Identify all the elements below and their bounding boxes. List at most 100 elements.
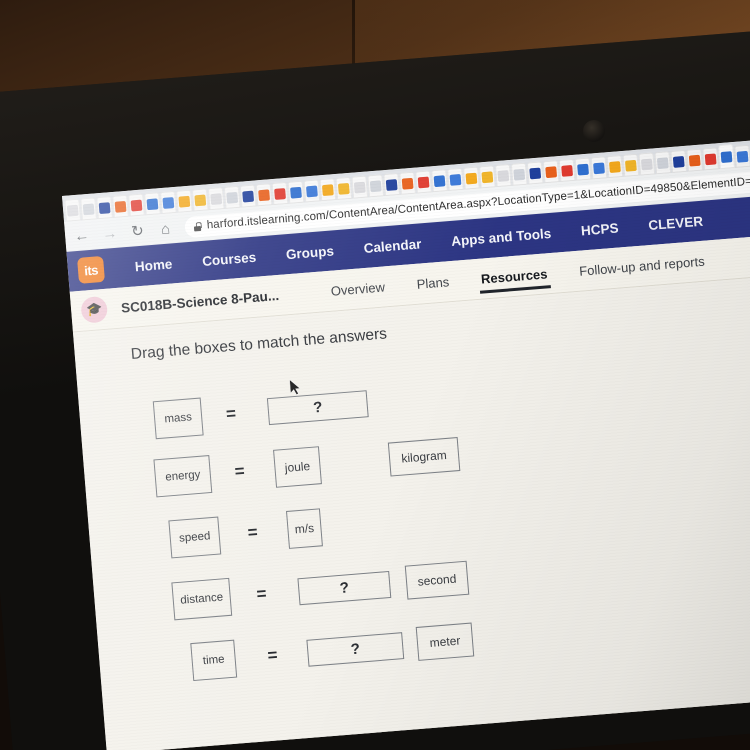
tab-favicon-icon [114, 200, 127, 213]
draggable-unit-second[interactable]: second [404, 560, 470, 600]
browser-tab[interactable] [239, 184, 257, 208]
browser-tab[interactable] [383, 172, 400, 197]
tab-favicon-icon [529, 167, 542, 179]
nav-link-clever[interactable]: CLEVER [633, 212, 719, 234]
draggable-unit-meter[interactable]: meter [415, 622, 475, 661]
course-title: SC018B-Science 8-Pau... [120, 287, 280, 316]
browser-tab[interactable] [558, 158, 576, 182]
tab-favicon-icon [146, 197, 159, 210]
browser-tab[interactable] [351, 175, 369, 199]
browser-tab[interactable] [654, 151, 672, 175]
browser-tab[interactable] [64, 198, 82, 222]
photo-of-laptop-screen: ← → ↻ ⌂ harford.itslearning.com/ContentA… [0, 0, 750, 750]
browser-tab[interactable] [447, 167, 464, 191]
browser-tab[interactable] [670, 149, 688, 173]
browser-tab[interactable] [734, 144, 750, 168]
nav-link-courses[interactable]: Courses [187, 248, 272, 270]
browser-tab[interactable] [606, 154, 624, 179]
browser-tab[interactable] [207, 187, 225, 211]
browser-tab[interactable] [335, 176, 353, 200]
browser-tab[interactable] [160, 190, 177, 215]
browser-tab[interactable] [271, 181, 289, 206]
tab-favicon-icon [577, 163, 589, 176]
browser-tab[interactable] [542, 160, 560, 184]
tab-favicon-icon [305, 185, 318, 197]
tab-favicon-icon [178, 195, 191, 208]
browser-tab[interactable] [144, 192, 161, 216]
browser-tab[interactable] [702, 147, 719, 171]
answer-drop-slot-time[interactable]: ? [306, 631, 405, 667]
term-box-energy[interactable]: energy [153, 455, 213, 498]
browser-tab[interactable] [638, 152, 656, 176]
tab-favicon-icon [290, 186, 302, 199]
browser-tab[interactable] [686, 148, 704, 172]
browser-tab[interactable] [463, 166, 480, 190]
tab-favicon-icon [353, 181, 366, 194]
tab-favicon-icon [656, 156, 669, 169]
tab-favicon-icon [608, 160, 621, 173]
tab-favicon-icon [98, 201, 111, 214]
itslearning-logo[interactable]: its [77, 255, 106, 284]
tab-favicon-icon [481, 170, 494, 183]
browser-tab[interactable] [494, 163, 512, 188]
browser-tab[interactable] [223, 185, 241, 209]
term-box-mass[interactable]: mass [152, 397, 204, 440]
term-box-time[interactable]: time [190, 639, 238, 682]
browser-tab[interactable] [191, 188, 209, 212]
course-tab-resources[interactable]: Resources [463, 252, 564, 300]
course-tab-overview[interactable]: Overview [313, 265, 402, 312]
tab-favicon-icon [82, 202, 95, 215]
term-box-speed[interactable]: speed [168, 516, 222, 559]
browser-tab[interactable] [128, 193, 145, 217]
browser-tab[interactable] [96, 196, 113, 220]
browser-tab[interactable] [510, 162, 528, 186]
nav-link-hcps[interactable]: HCPS [565, 219, 634, 239]
browser-tab[interactable] [303, 179, 321, 203]
browser-tab[interactable] [80, 197, 97, 221]
answer-box-filled-speed[interactable]: m/s [285, 508, 323, 549]
browser-tab[interactable] [718, 144, 735, 170]
answer-drop-slot-mass[interactable]: ? [266, 389, 369, 425]
browser-tab[interactable] [319, 178, 337, 202]
browser-tab[interactable] [622, 153, 640, 177]
tab-favicon-icon [417, 176, 430, 188]
home-icon[interactable]: ⌂ [156, 220, 174, 238]
browser-tab[interactable] [590, 156, 608, 180]
tab-favicon-icon [561, 164, 573, 177]
browser-tab[interactable] [255, 183, 273, 207]
answer-box-filled-energy[interactable]: joule [273, 446, 322, 488]
reload-icon[interactable]: ↻ [128, 222, 146, 240]
tab-favicon-icon [401, 177, 414, 190]
draggable-unit-kilogram[interactable]: kilogram [387, 437, 461, 477]
nav-link-calendar[interactable]: Calendar [348, 235, 437, 257]
tab-favicon-icon [640, 158, 653, 170]
answer-drop-slot-distance[interactable]: ? [297, 570, 392, 605]
browser-tab[interactable] [175, 189, 193, 213]
course-tab-plans[interactable]: Plans [399, 260, 467, 305]
browser-tab[interactable] [478, 165, 496, 189]
lock-icon [193, 221, 202, 232]
term-box-distance[interactable]: distance [171, 577, 233, 621]
equals-sign: = [266, 645, 279, 665]
forward-icon[interactable]: → [100, 224, 118, 242]
browser-tab[interactable] [526, 161, 544, 185]
browser-tab[interactable] [431, 169, 448, 193]
browser-tab[interactable] [367, 174, 385, 198]
browser-window: ← → ↻ ⌂ harford.itslearning.com/ContentA… [62, 138, 750, 750]
content-area: Drag the boxes to match the answers mass… [72, 274, 750, 750]
browser-tab[interactable] [574, 157, 592, 181]
tab-favicon-icon [242, 190, 255, 202]
browser-tab[interactable] [112, 194, 129, 218]
back-icon[interactable]: ← [73, 226, 91, 244]
nav-link-apps-and-tools[interactable]: Apps and Tools [436, 224, 567, 249]
browser-tab[interactable] [415, 170, 432, 194]
nav-link-groups[interactable]: Groups [270, 242, 349, 263]
tab-favicon-icon [194, 194, 207, 206]
tab-favicon-icon [258, 188, 270, 201]
tab-favicon-icon [736, 150, 749, 163]
tab-favicon-icon [226, 191, 239, 204]
tab-favicon-icon [545, 165, 558, 178]
browser-tab[interactable] [287, 180, 305, 204]
nav-link-home[interactable]: Home [119, 255, 188, 275]
browser-tab[interactable] [399, 171, 416, 195]
